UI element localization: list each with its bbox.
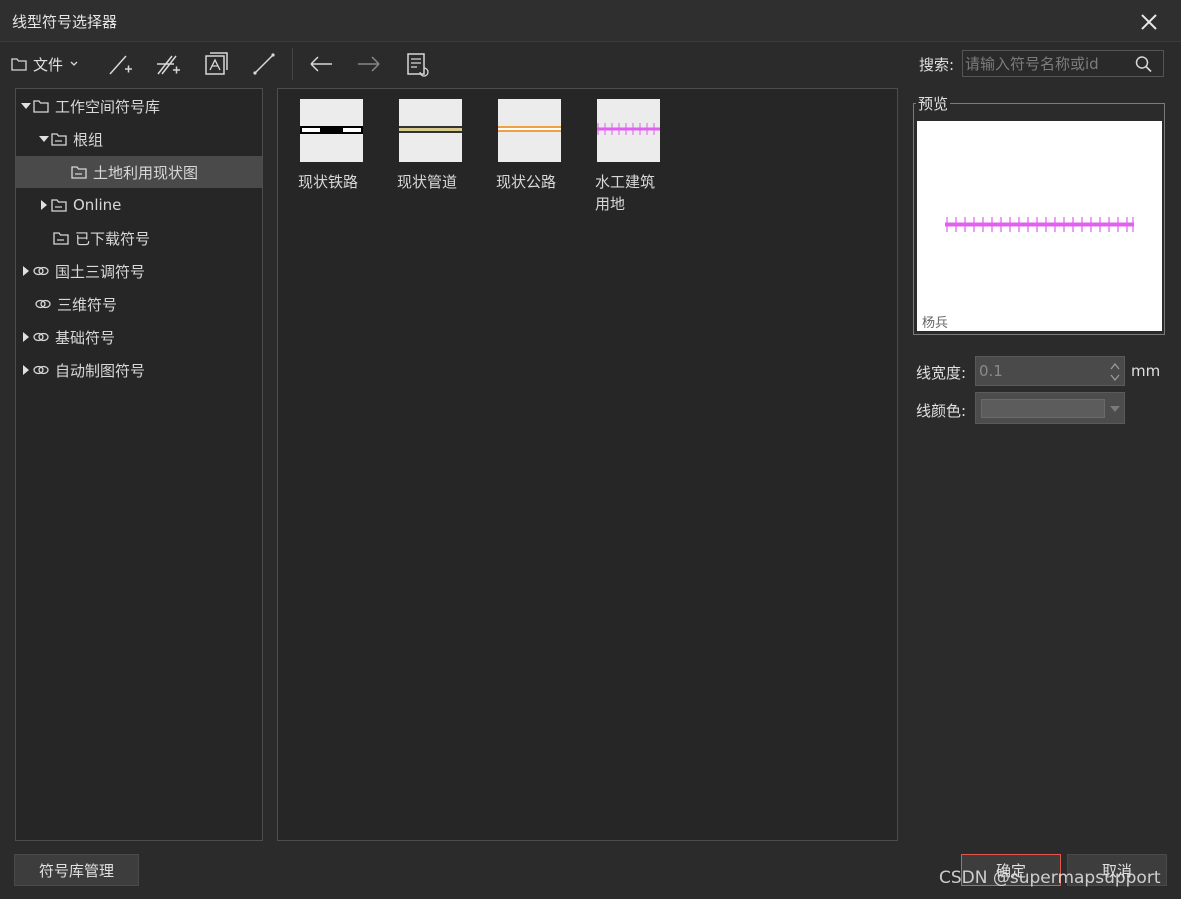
search-box — [962, 50, 1164, 77]
tree-item-downloaded[interactable]: 已下载符号 — [16, 222, 262, 254]
tree-item-online[interactable]: Online — [16, 189, 262, 221]
properties-button[interactable] — [402, 50, 432, 78]
folder-icon — [52, 230, 70, 246]
symbol-label: 现状管道 — [397, 173, 458, 191]
title-bar: 线型符号选择器 — [0, 0, 1181, 42]
folder-icon — [50, 197, 68, 213]
watermark: CSDN @supermapsupport — [939, 868, 1161, 888]
railway-symbol-thumbnail — [300, 99, 363, 162]
window-title: 线型符号选择器 — [12, 13, 118, 31]
preview-canvas: 杨兵 — [917, 121, 1162, 331]
symbol-item[interactable]: 水工建筑用地 — [595, 99, 675, 215]
folder-icon — [70, 164, 88, 180]
highway-symbol-thumbnail — [498, 99, 561, 162]
symbol-item[interactable]: 现状公路 — [496, 99, 576, 193]
file-menu[interactable]: 文件 — [10, 53, 80, 75]
pipeline-symbol-thumbnail — [399, 99, 462, 162]
file-menu-label: 文件 — [33, 55, 64, 74]
back-arrow-icon — [310, 56, 332, 72]
tree-item-land-survey[interactable]: 国土三调符号 — [16, 255, 262, 287]
expanded-triangle-icon[interactable] — [20, 100, 32, 112]
toolbar: 文件 搜索: — [0, 43, 1181, 85]
spin-up-icon[interactable] — [1108, 360, 1122, 372]
preview-line — [945, 217, 1134, 232]
tree-item-label: 基础符号 — [55, 328, 116, 347]
symbol-item[interactable]: 现状铁路 — [298, 99, 378, 193]
tree-item-label: 三维符号 — [57, 295, 118, 314]
line-width-spinbox — [975, 356, 1125, 386]
collapsed-triangle-icon[interactable] — [38, 199, 50, 211]
chevron-down-icon — [1110, 406, 1120, 412]
import-symbol-button[interactable] — [201, 50, 231, 78]
hydraulic-building-symbol-thumbnail — [597, 99, 660, 162]
new-line-symbol-button[interactable] — [105, 50, 135, 78]
edit-line-button[interactable] — [249, 50, 279, 78]
forward-arrow-icon — [358, 56, 380, 72]
link-icon — [32, 362, 50, 378]
folder-icon — [50, 131, 68, 147]
line-color-picker[interactable] — [975, 392, 1125, 424]
preview-author: 杨兵 — [922, 316, 949, 331]
collapsed-triangle-icon[interactable] — [20, 265, 32, 277]
symbol-grid: 现状铁路 现状管道 现状公路 水工建筑用地 — [277, 88, 898, 841]
symbol-library-tree: 工作空间符号库 根组 土地利用现状图 Online 已下载符号 国土三调符号 三… — [15, 88, 263, 841]
symbol-label: 现状公路 — [496, 173, 557, 191]
tree-item-label: 土地利用现状图 — [93, 163, 199, 182]
tree-item-label: 工作空间符号库 — [55, 97, 161, 116]
collapsed-triangle-icon[interactable] — [20, 364, 32, 376]
spin-down-icon[interactable] — [1108, 372, 1122, 384]
tree-item-label: 自动制图符号 — [55, 361, 146, 380]
tree-item-label: Online — [73, 196, 122, 214]
tree-item-label: 已下载符号 — [75, 229, 151, 248]
search-input[interactable] — [965, 52, 1130, 75]
expanded-triangle-icon[interactable] — [38, 133, 50, 145]
collapsed-triangle-icon[interactable] — [20, 331, 32, 343]
preview-title: 预览 — [916, 93, 951, 114]
link-icon — [34, 296, 52, 312]
symbol-label: 水工建筑用地 — [595, 173, 656, 213]
new-multi-line-symbol-button[interactable] — [153, 50, 183, 78]
tree-item-3d-symbols[interactable]: 三维符号 — [16, 288, 262, 320]
tree-item-basic-symbols[interactable]: 基础符号 — [16, 321, 262, 353]
close-icon[interactable] — [1136, 9, 1162, 35]
search-label: 搜索: — [919, 56, 955, 74]
tree-item-land-use[interactable]: 土地利用现状图 — [16, 156, 262, 188]
toolbar-separator — [292, 48, 293, 80]
new-multi-line-symbol-icon — [157, 55, 180, 75]
properties-icon — [407, 53, 429, 77]
folder-icon — [32, 98, 50, 114]
search-icon[interactable] — [1134, 55, 1154, 73]
line-color-label: 线颜色: — [916, 402, 967, 420]
line-width-input[interactable] — [979, 360, 1099, 382]
import-symbol-icon — [205, 52, 228, 75]
line-width-unit: mm — [1131, 362, 1161, 380]
tree-item-label: 国土三调符号 — [55, 262, 146, 281]
preview-group: 杨兵 — [913, 103, 1165, 335]
new-line-symbol-icon — [109, 55, 132, 75]
symbol-item[interactable]: 现状管道 — [397, 99, 477, 193]
line-width-label: 线宽度: — [916, 364, 967, 382]
chevron-down-icon — [70, 61, 78, 66]
tree-item-auto-mapping[interactable]: 自动制图符号 — [16, 354, 262, 386]
link-icon — [32, 263, 50, 279]
back-button[interactable] — [306, 50, 336, 78]
link-icon — [32, 329, 50, 345]
tree-item-workspace-library[interactable]: 工作空间符号库 — [16, 90, 262, 122]
line-color-swatch — [981, 399, 1105, 418]
close-button[interactable] — [1136, 9, 1162, 35]
forward-button[interactable] — [354, 50, 384, 78]
tree-item-root-group[interactable]: 根组 — [16, 123, 262, 155]
tree-item-label: 根组 — [73, 130, 104, 149]
edit-line-icon — [253, 53, 275, 75]
symbol-label: 现状铁路 — [298, 173, 359, 191]
manage-library-button[interactable]: 符号库管理 — [14, 854, 139, 886]
folder-icon — [11, 58, 27, 71]
